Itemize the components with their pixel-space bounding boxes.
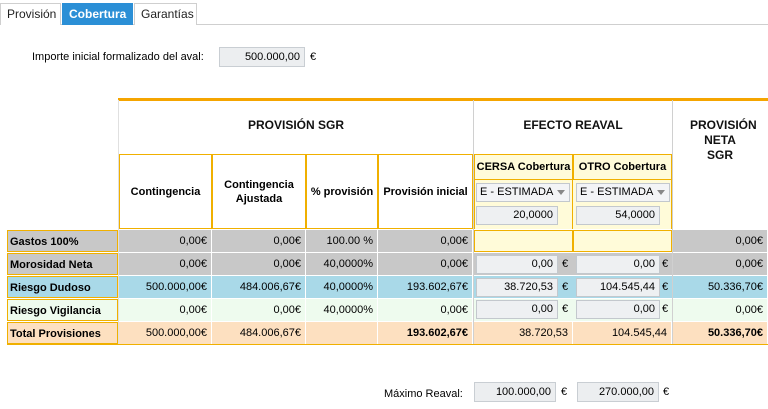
table-top-border [118, 98, 768, 101]
maximo-otro-field: 270.000,00 [577, 382, 659, 402]
euro-sign: € [562, 258, 569, 270]
row-label-total: Total Provisiones [7, 322, 118, 344]
euro-sign: € [562, 303, 569, 315]
col-contingencia: Contingencia [119, 154, 212, 229]
cell-otro-input[interactable]: 0,00 [576, 255, 660, 274]
cell-inicial: 0,00€ [378, 299, 473, 321]
importe-currency: € [310, 51, 317, 63]
chevron-down-icon [657, 190, 665, 195]
col-provision-inicial: Provisión inicial [378, 154, 473, 229]
cell-ajustada: 484.006,67€ [212, 276, 306, 298]
cell-pct: 40,0000% [306, 276, 378, 298]
row-label-morosidad: Morosidad Neta [7, 253, 118, 275]
importe-field: 500.000,00 [219, 47, 305, 67]
cell-inicial: 0,00€ [378, 230, 473, 252]
tab-provision[interactable]: Provisión [0, 3, 61, 25]
cell-ajustada: 0,00€ [212, 253, 306, 275]
cell-cersa-input[interactable]: 0,00 [476, 300, 558, 319]
cell-neta: 0,00€ [673, 253, 768, 275]
cell-neta: 0,00€ [673, 299, 768, 321]
cell-contingencia: 0,00€ [119, 299, 212, 321]
otro-tipo-value: E - ESTIMADA [580, 186, 654, 198]
euro-sign: € [662, 303, 669, 315]
provision-sgr-header: PROVISIÓN SGR [247, 118, 345, 132]
chevron-down-icon [557, 190, 565, 195]
euro-sign: € [662, 281, 669, 293]
maximo-cersa-currency: € [561, 386, 568, 398]
tab-bar: Provisión Cobertura Garantías [0, 0, 768, 25]
cell-inicial: 193.602,67€ [378, 276, 473, 298]
maximo-otro-currency: € [663, 386, 670, 398]
otro-tipo-select[interactable]: E - ESTIMADA [576, 183, 670, 202]
cell-contingencia: 0,00€ [119, 253, 212, 275]
tab-cobertura[interactable]: Cobertura [62, 3, 133, 25]
efecto-reaval-header: EFECTO REAVAL [523, 118, 623, 132]
cell-otro-input[interactable]: 104.545,44 [576, 278, 660, 297]
euro-sign: € [662, 258, 669, 270]
cell-otro-input[interactable]: 0,00 [576, 300, 660, 319]
cell-otro: 104.545,44 [573, 322, 672, 344]
cell-neta: 0,00€ [673, 230, 768, 252]
col-pct-provision: % provisión [306, 154, 378, 229]
col-contingencia-ajustada: Contingencia Ajustada [212, 154, 306, 229]
cell-ajustada: 0,00€ [212, 299, 306, 321]
cersa-tipo-value: E - ESTIMADA [480, 186, 554, 198]
cell-pct: 100.00 % [306, 230, 378, 252]
cell-pct: 40,0000% [306, 253, 378, 275]
maximo-cersa-field: 100.000,00 [474, 382, 556, 402]
cersa-tipo-select[interactable]: E - ESTIMADA [476, 183, 570, 202]
cell-inicial: 0,00€ [378, 253, 473, 275]
cell-cersa-input[interactable]: 0,00 [476, 255, 558, 274]
tab-garantias[interactable]: Garantías [134, 3, 197, 25]
row-label-dudoso: Riesgo Dudoso [7, 276, 118, 298]
cell-ajustada: 0,00€ [212, 230, 306, 252]
row-label-vigilancia: Riesgo Vigilancia [7, 299, 118, 321]
cell-contingencia: 0,00€ [119, 230, 212, 252]
maximo-reaval-label: Máximo Reaval: [384, 388, 463, 400]
col-otro: OTRO Cobertura [573, 154, 672, 180]
cell-pct [306, 322, 378, 344]
provision-neta-header: PROVISIÓN NETA SGR [690, 118, 757, 162]
cell-inicial: 193.602,67€ [378, 322, 473, 344]
cell-pct: 40,0000% [306, 299, 378, 321]
importe-label: Importe inicial formalizado del aval: [32, 51, 204, 63]
euro-sign: € [562, 281, 569, 293]
cell-neta: 50.336,70€ [673, 276, 768, 298]
cell-neta: 50.336,70€ [673, 322, 768, 344]
otro-pct-field[interactable]: 54,0000 [576, 206, 660, 225]
cell-cersa [474, 230, 573, 252]
cell-ajustada: 484.006,67€ [212, 322, 306, 344]
cell-contingencia: 500.000,00€ [119, 322, 212, 344]
col-cersa: CERSA Cobertura [474, 154, 573, 180]
cell-cersa-input[interactable]: 38.720,53 [476, 278, 558, 297]
cersa-pct-field[interactable]: 20,0000 [476, 206, 558, 225]
cell-cersa: 38.720,53 [474, 322, 573, 344]
row-label-gastos: Gastos 100% [7, 230, 118, 252]
cell-contingencia: 500.000,00€ [119, 276, 212, 298]
cell-otro [573, 230, 672, 252]
